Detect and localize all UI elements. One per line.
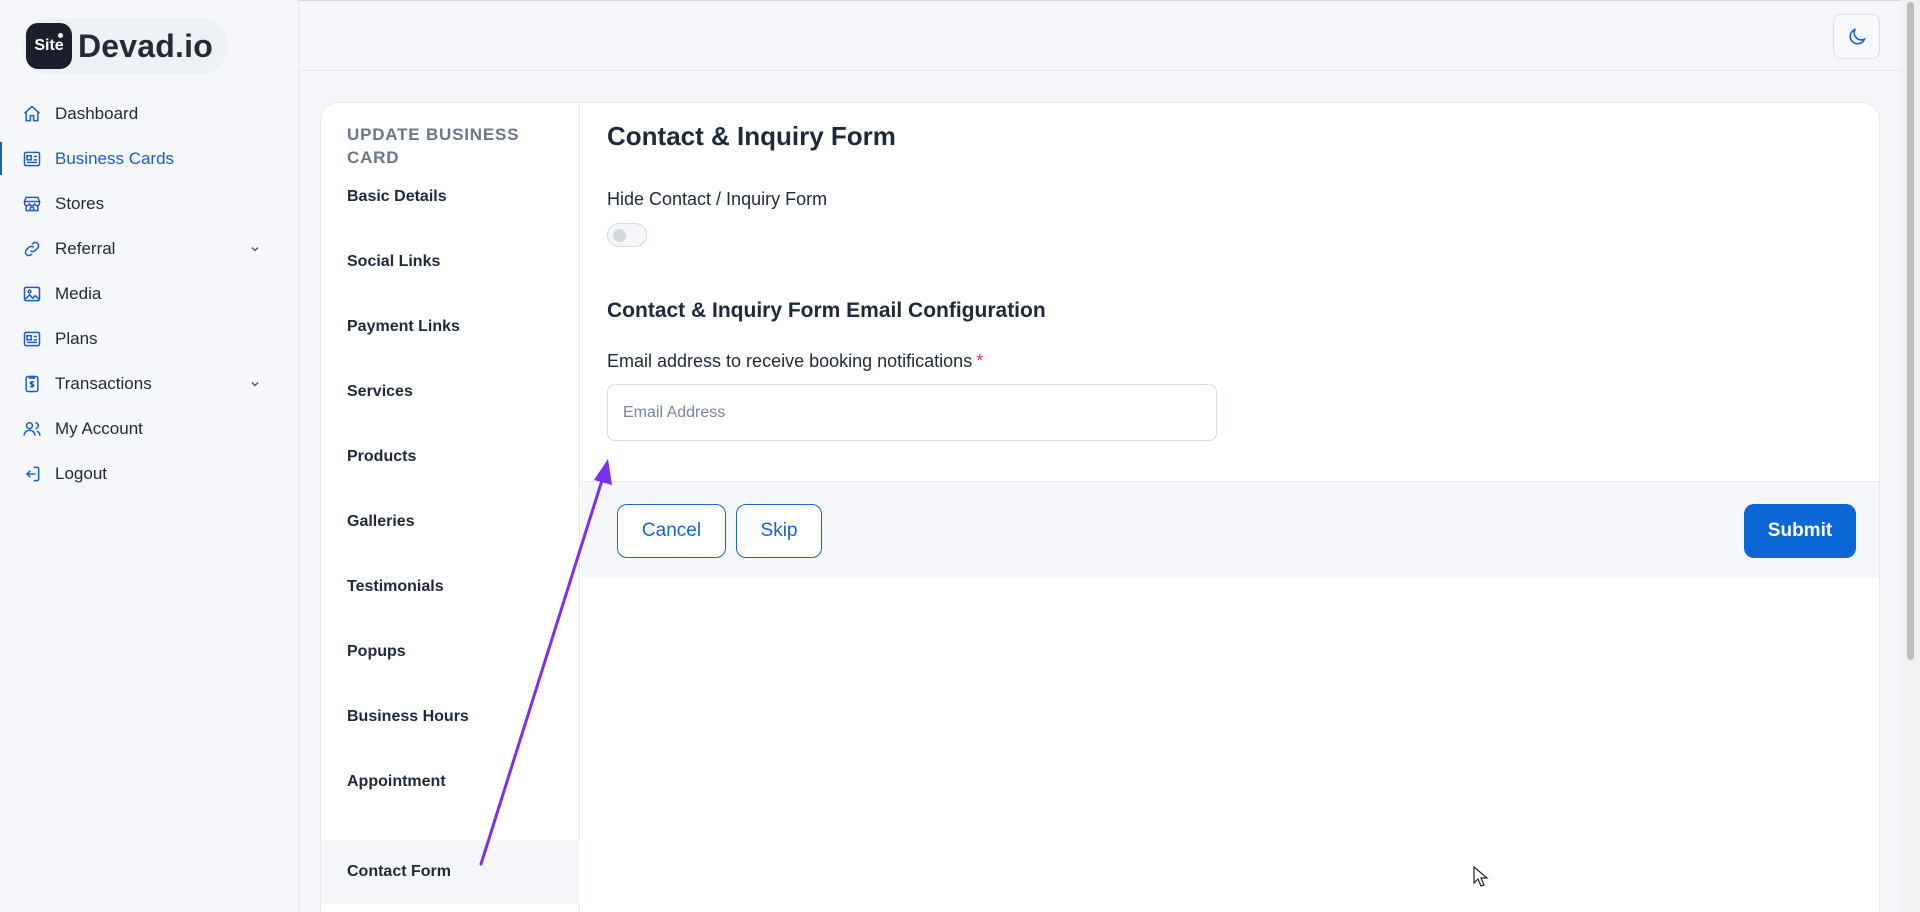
plan-card-icon [23, 331, 41, 346]
email-field-label: Email address to receive booking notific… [607, 351, 983, 372]
sidebar-item-dashboard[interactable]: Dashboard [0, 91, 299, 136]
sidebar-item-referral[interactable]: Referral [0, 226, 299, 271]
submit-button[interactable]: Submit [1744, 504, 1856, 558]
sidebar-item-label: Referral [55, 238, 116, 258]
users-icon [23, 421, 41, 436]
moon-icon [1848, 27, 1866, 45]
sidebar-nav: Dashboard Business Cards Stores Referral… [0, 91, 299, 496]
sidebar: Site Devad.io Dashboard Business Cards S… [0, 0, 299, 912]
image-icon [23, 286, 41, 301]
email-field[interactable] [607, 384, 1217, 441]
home-icon [24, 104, 40, 121]
sidebar-item-label: Dashboard [55, 103, 139, 123]
sidebar-item-my-account[interactable]: My Account [0, 406, 299, 451]
sidebar-item-label: Business Cards [55, 148, 175, 168]
receipt-icon [25, 375, 39, 392]
toggle-knob [613, 229, 626, 242]
email-config-section-title: Contact & Inquiry Form Email Configurati… [607, 299, 1046, 322]
subnav-item-appointment[interactable]: Appointment [321, 756, 580, 808]
form-actions-bar: Cancel Skip Submit [581, 481, 1879, 578]
store-icon [23, 196, 41, 211]
required-mark: * [976, 351, 984, 371]
sidebar-item-plans[interactable]: Plans [0, 316, 299, 361]
hide-form-toggle[interactable] [607, 223, 647, 247]
sidebar-item-media[interactable]: Media [0, 271, 299, 316]
subnav-item-contact-form[interactable]: Contact Form [321, 840, 580, 904]
theme-toggle-button[interactable] [1833, 14, 1880, 59]
hide-form-label: Hide Contact / Inquiry Form [607, 189, 828, 209]
top-header [300, 1, 1901, 71]
page-title: Contact & Inquiry Form [607, 121, 896, 151]
sidebar-item-transactions[interactable]: Transactions [0, 361, 299, 406]
subnav-item-social-links[interactable]: Social Links [321, 236, 580, 288]
cancel-button[interactable]: Cancel [617, 504, 726, 558]
sidebar-item-label: Transactions [55, 373, 152, 393]
email-field-label-text: Email address to receive booking notific… [607, 351, 973, 371]
brand-logo[interactable]: Site Devad.io [22, 18, 228, 74]
mouse-cursor-icon [1473, 866, 1489, 887]
subnav-item-business-hours[interactable]: Business Hours [321, 691, 580, 743]
subnav-item-popups[interactable]: Popups [321, 626, 580, 678]
chevron-down-icon[interactable] [249, 378, 261, 390]
sidebar-item-logout[interactable]: Logout [0, 451, 299, 496]
brand-name: Devad.io [78, 27, 213, 64]
subnav-item-payment-links[interactable]: Payment Links [321, 301, 580, 353]
sidebar-item-stores[interactable]: Stores [0, 181, 299, 226]
subnav-item-basic-details[interactable]: Basic Details [321, 171, 580, 223]
id-card-icon [23, 151, 41, 166]
scrollbar-thumb[interactable] [1907, 2, 1914, 660]
chevron-down-icon[interactable] [249, 243, 261, 255]
subnav-title: UPDATE BUSINESS CARD [347, 125, 520, 167]
contact-form-content: Contact & Inquiry Form Hide Contact / In… [581, 103, 1879, 912]
sidebar-item-label: Media [55, 283, 102, 303]
subnav-item-galleries[interactable]: Galleries [321, 496, 580, 548]
subnav-item-services[interactable]: Services [321, 366, 580, 418]
sidebar-item-label: Stores [55, 193, 105, 213]
update-card-panel: UPDATE BUSINESS CARD Basic Details Socia… [320, 102, 1880, 912]
link-icon [24, 241, 40, 256]
subnav-item-testimonials[interactable]: Testimonials [321, 561, 580, 613]
skip-button[interactable]: Skip [736, 504, 822, 558]
sidebar-item-label: Plans [55, 328, 98, 348]
logo-mark: Site [26, 23, 72, 69]
page-scrollbar[interactable] [1901, 0, 1920, 912]
sidebar-item-business-cards[interactable]: Business Cards [0, 136, 299, 181]
subnav-item-products[interactable]: Products [321, 431, 580, 483]
sidebar-item-label: My Account [55, 418, 143, 438]
logout-icon [25, 466, 40, 481]
update-subnav: UPDATE BUSINESS CARD Basic Details Socia… [321, 103, 580, 912]
sidebar-item-label: Logout [55, 463, 107, 483]
